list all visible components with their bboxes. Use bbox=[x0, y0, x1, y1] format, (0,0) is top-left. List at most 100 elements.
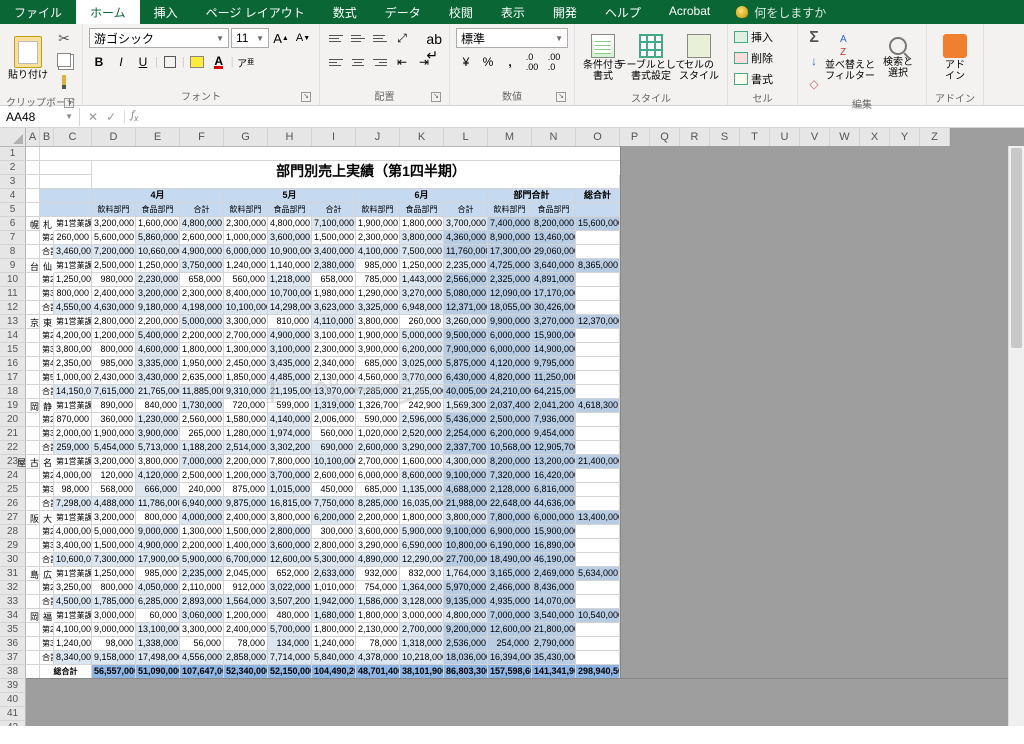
row-header[interactable]: 22 bbox=[0, 441, 26, 455]
grid-cell[interactable]: 4,618,300 bbox=[576, 399, 620, 413]
grid-cell[interactable]: 7,936,000 bbox=[532, 413, 576, 427]
grid-cell[interactable]: 5,436,000 bbox=[444, 413, 488, 427]
grid-cell[interactable]: 1,730,000 bbox=[180, 399, 224, 413]
grid-cell[interactable]: 2,130,000 bbox=[312, 371, 356, 385]
grid-cell[interactable]: 4,000,000 bbox=[180, 511, 224, 525]
grid-cell[interactable]: 食品部門 bbox=[532, 203, 576, 217]
grid-cell[interactable]: 3,200,000 bbox=[92, 511, 136, 525]
grid-cell[interactable]: 56,000 bbox=[180, 637, 224, 651]
grid-cell[interactable]: 11,885,000 bbox=[180, 385, 224, 399]
grid-cell[interactable]: 300,000 bbox=[312, 525, 356, 539]
grid-cell[interactable]: 第2営業課 bbox=[40, 623, 54, 637]
grid-cell[interactable]: 2,800,000 bbox=[92, 315, 136, 329]
grid-cell[interactable]: 3,250,000 bbox=[54, 581, 92, 595]
fx-icon[interactable]: fx bbox=[125, 108, 144, 124]
grid-cell[interactable] bbox=[26, 273, 40, 287]
grid-cell[interactable]: 9,310,000 bbox=[224, 385, 268, 399]
grid-cell[interactable]: 2,800,000 bbox=[268, 525, 312, 539]
grid-cell[interactable]: 2,300,000 bbox=[312, 343, 356, 357]
grid-cell[interactable]: 3,640,000 bbox=[532, 259, 576, 273]
grid-cell[interactable] bbox=[26, 385, 40, 399]
grid-cell[interactable]: 合計 bbox=[312, 203, 356, 217]
grid-cell[interactable]: 2,000,000 bbox=[54, 427, 92, 441]
col-header[interactable]: H bbox=[268, 128, 312, 146]
grid-cell[interactable]: 800,000 bbox=[92, 343, 136, 357]
grid-cell[interactable]: 11,760,000 bbox=[444, 245, 488, 259]
grid-cell[interactable]: 6,590,000 bbox=[400, 539, 444, 553]
grid-cell[interactable]: 6,000,000 bbox=[488, 329, 532, 343]
autosum-button[interactable]: Σ bbox=[804, 28, 824, 48]
grid-cell[interactable]: 12,290,000 bbox=[400, 553, 444, 567]
grid-cell[interactable]: 3,800,000 bbox=[444, 511, 488, 525]
tab-file[interactable]: ファイル bbox=[0, 0, 76, 24]
grid-cell[interactable]: 1,850,000 bbox=[224, 371, 268, 385]
scrollbar-thumb[interactable] bbox=[1011, 148, 1022, 348]
grid-cell[interactable]: 666,000 bbox=[136, 483, 180, 497]
grid-cell[interactable]: 265,000 bbox=[180, 427, 224, 441]
grid-cell[interactable]: 21,255,000 bbox=[400, 385, 444, 399]
grid-cell[interactable] bbox=[576, 441, 620, 455]
row-header[interactable]: 33 bbox=[0, 595, 26, 609]
grid-cell[interactable]: 3,200,000 bbox=[92, 455, 136, 469]
grid-cell[interactable]: 690,000 bbox=[312, 441, 356, 455]
grid-cell[interactable]: 1,364,000 bbox=[400, 581, 444, 595]
grid-cell[interactable]: 60,000 bbox=[136, 609, 180, 623]
grid-cell[interactable]: 27,700,000 bbox=[444, 553, 488, 567]
grid-cell[interactable]: 2,200,000 bbox=[224, 455, 268, 469]
grid-cell[interactable]: 1,140,000 bbox=[268, 259, 312, 273]
grid-cell[interactable]: 14,150,000 bbox=[54, 385, 92, 399]
grid-cell[interactable]: 第2営業課 bbox=[40, 581, 54, 595]
grid-cell[interactable]: 2,560,000 bbox=[180, 413, 224, 427]
row-header[interactable]: 16 bbox=[0, 357, 26, 371]
grid-cell[interactable]: 13,200,000 bbox=[532, 455, 576, 469]
grid-cell[interactable]: 21,400,000 bbox=[576, 455, 620, 469]
grid-cell[interactable]: 4,820,000 bbox=[488, 371, 532, 385]
grid-cell[interactable]: 120,000 bbox=[92, 469, 136, 483]
grid-cell[interactable]: 810,000 bbox=[268, 315, 312, 329]
grid-cell[interactable]: 1,290,000 bbox=[356, 287, 400, 301]
dialog-launcher-icon[interactable]: ↘ bbox=[64, 98, 74, 108]
grid-cell[interactable]: 2,254,000 bbox=[444, 427, 488, 441]
grid-cell[interactable]: 1,800,000 bbox=[400, 217, 444, 231]
row-header[interactable]: 20 bbox=[0, 413, 26, 427]
grid-cell[interactable]: 298,940,500 bbox=[576, 665, 620, 679]
paste-button[interactable]: 貼り付け bbox=[6, 28, 50, 88]
grid-cell[interactable]: 3,335,000 bbox=[136, 357, 180, 371]
grid-cell[interactable] bbox=[26, 469, 40, 483]
delete-cells-button[interactable]: 削除 bbox=[734, 49, 773, 67]
grid-cell[interactable]: 568,000 bbox=[92, 483, 136, 497]
grid-cell[interactable] bbox=[576, 343, 620, 357]
grid-cell[interactable]: 4,688,000 bbox=[444, 483, 488, 497]
grid-cell[interactable]: 2,500,000 bbox=[180, 469, 224, 483]
grid-cell[interactable]: 1,300,000 bbox=[180, 525, 224, 539]
row-header[interactable]: 14 bbox=[0, 329, 26, 343]
cell-styles-button[interactable]: セルの スタイル bbox=[677, 28, 721, 88]
tab-page-layout[interactable]: ページ レイアウト bbox=[192, 0, 319, 24]
grid-cell[interactable]: 2,514,000 bbox=[224, 441, 268, 455]
grid-cell[interactable] bbox=[26, 175, 40, 189]
grid-cell[interactable]: 7,900,000 bbox=[444, 343, 488, 357]
grid-cell[interactable]: 6,000,000 bbox=[532, 511, 576, 525]
grid-cell[interactable] bbox=[26, 637, 40, 651]
grid-cell[interactable]: 35,430,000 bbox=[532, 651, 576, 665]
grid-cell[interactable]: 24,210,000 bbox=[488, 385, 532, 399]
grid-cell[interactable]: 1,020,000 bbox=[356, 427, 400, 441]
row-header[interactable]: 10 bbox=[0, 273, 26, 287]
grid-cell[interactable]: 5,300,000 bbox=[312, 553, 356, 567]
grid-cell[interactable] bbox=[576, 553, 620, 567]
grid-cell[interactable]: 7,298,000 bbox=[54, 497, 92, 511]
grid-cell[interactable]: 40,005,000 bbox=[444, 385, 488, 399]
row-header[interactable]: 40 bbox=[0, 693, 26, 707]
grid-cell[interactable]: 8,436,000 bbox=[532, 581, 576, 595]
grid-cell[interactable]: 食品部門 bbox=[136, 203, 180, 217]
grid-cell[interactable]: 22,648,000 bbox=[488, 497, 532, 511]
grid-cell[interactable]: 599,000 bbox=[268, 399, 312, 413]
grid-cell[interactable]: 3,022,000 bbox=[268, 581, 312, 595]
grid-cell[interactable] bbox=[576, 385, 620, 399]
grid-cell[interactable]: 7,800,000 bbox=[268, 455, 312, 469]
grid-cell[interactable]: 5,900,000 bbox=[400, 525, 444, 539]
grid-cell[interactable]: 2,200,000 bbox=[136, 315, 180, 329]
grid-cell[interactable]: 242,900 bbox=[400, 399, 444, 413]
row-header[interactable]: 36 bbox=[0, 637, 26, 651]
grid-cell[interactable]: 86,803,300 bbox=[444, 665, 488, 679]
